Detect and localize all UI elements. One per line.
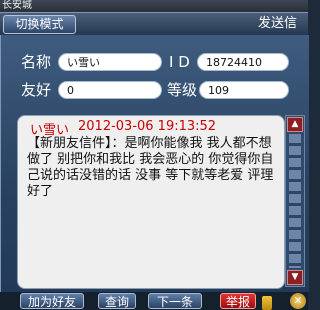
name-label: 名称 (21, 53, 52, 71)
id-label: I D (169, 53, 190, 71)
message-box[interactable]: い雪い 2012-03-06 19:13:52 【新朋友信件】：是啊你能像我 我… (17, 115, 285, 289)
next-message-button[interactable]: 下一条 (148, 293, 202, 309)
query-button[interactable]: 查询 (98, 293, 136, 309)
close-icon[interactable]: ✕ (290, 293, 306, 309)
scroll-track[interactable] (289, 134, 301, 268)
level-field: 109 (199, 81, 289, 99)
header-bar: 切换模式 发送信 (0, 12, 308, 36)
character-icon (262, 296, 272, 310)
level-label: 等级 (167, 81, 198, 99)
friendship-label: 友好 (21, 81, 52, 99)
mail-panel: 名称 い雪い I D 18724410 友好 0 等级 109 い雪い 2012… (0, 35, 309, 292)
message-text: 【新朋友信件】：是啊你能像我 我人都不想做了 别把你和我比 我会恶心的 你觉得你… (27, 136, 274, 199)
top-strip: 长安城 (0, 0, 308, 12)
down-arrow-icon[interactable]: ▼ (287, 270, 303, 285)
friendship-field: 0 (58, 81, 162, 99)
add-friend-button[interactable]: 加为好友 (20, 293, 84, 309)
id-field: 18724410 (197, 53, 289, 71)
message-time: 2012-03-06 19:13:52 (78, 119, 217, 134)
switch-mode-button[interactable]: 切换模式 (3, 15, 76, 34)
name-field: い雪い (58, 53, 162, 71)
city-label: 长安城 (2, 0, 32, 11)
send-mail-label[interactable]: 发送信 (258, 15, 297, 33)
up-arrow-icon[interactable]: ▲ (287, 117, 303, 132)
message-scrollbar[interactable]: ▲ ▼ (285, 115, 305, 287)
report-button[interactable]: 举报 (220, 293, 256, 309)
